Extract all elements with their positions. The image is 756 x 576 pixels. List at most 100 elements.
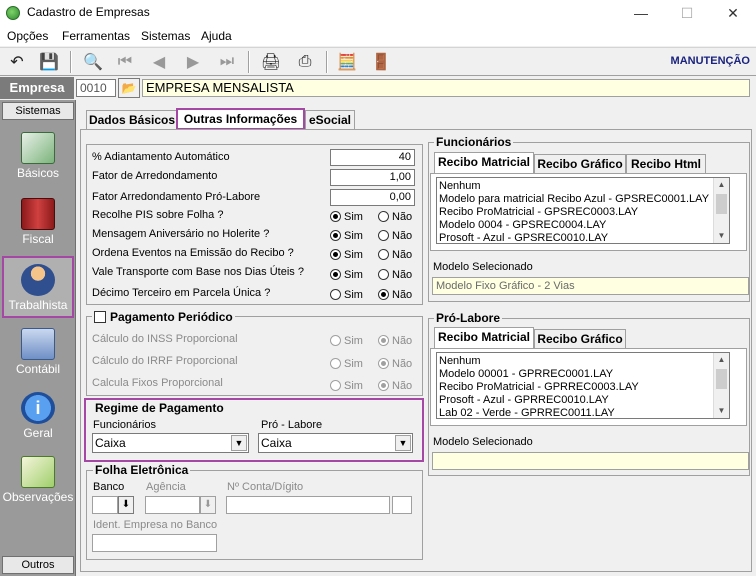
- scroll-up-icon[interactable]: ▲: [714, 178, 729, 192]
- conta-input[interactable]: [226, 496, 390, 514]
- nao-radio: Não: [378, 378, 412, 392]
- scroll-thumb[interactable]: [716, 194, 727, 214]
- first-record-icon[interactable]: ⏮: [112, 50, 138, 74]
- list-item[interactable]: Modelo para matricial Recibo Azul - GPSR…: [439, 193, 729, 206]
- folder-icon[interactable]: 📂: [118, 78, 140, 98]
- ident-input[interactable]: [92, 534, 217, 552]
- prolabore-regime-select[interactable]: Caixa ▼: [258, 433, 413, 453]
- sidebar-item-geral[interactable]: i Geral: [2, 386, 74, 448]
- scroll-down-icon[interactable]: ▼: [714, 404, 729, 418]
- regime-title: Regime de Pagamento: [93, 401, 226, 415]
- sidebar-item-label: Observações: [2, 490, 74, 504]
- conta-label: Nº Conta/Dígito: [227, 481, 304, 493]
- close-button[interactable]: ✕: [710, 0, 756, 26]
- fator-input[interactable]: 1,00: [330, 169, 415, 186]
- funcionarios-title: Funcionários: [434, 135, 514, 149]
- document-icon: [21, 132, 55, 164]
- funcionarios-regime-select[interactable]: Caixa ▼: [92, 433, 249, 453]
- menu-sistemas[interactable]: Sistemas: [141, 29, 190, 43]
- sidebar-item-observacoes[interactable]: Observações: [2, 450, 74, 512]
- pagamento-periodico-checkbox[interactable]: Pagamento Periódico: [92, 309, 235, 324]
- calculator-tool-icon[interactable]: 🧮: [334, 50, 360, 74]
- nao-radio[interactable]: Não: [378, 228, 412, 242]
- nao-radio[interactable]: Não: [378, 247, 412, 261]
- funcionarios-recibo-list[interactable]: Nenhum Modelo para matricial Recibo Azul…: [436, 177, 730, 244]
- nao-radio[interactable]: Não: [378, 267, 412, 281]
- scrollbar[interactable]: ▲ ▼: [713, 178, 729, 243]
- question-label: Ordena Eventos na Emissão do Recibo ?: [92, 247, 294, 259]
- sidebar-item-label: Básicos: [16, 166, 60, 180]
- print-settings-icon[interactable]: ⎙: [292, 50, 318, 74]
- sidebar-item-contabil[interactable]: Contábil: [2, 322, 74, 384]
- menu-opcoes[interactable]: Opções: [7, 29, 48, 43]
- list-item[interactable]: Recibo ProMatricial - GPSREC0003.LAY: [439, 206, 729, 219]
- digito-input[interactable]: [392, 496, 412, 514]
- agencia-input[interactable]: [145, 496, 200, 514]
- sim-radio[interactable]: Sim: [330, 267, 363, 281]
- print-icon[interactable]: 🖨: [258, 50, 284, 74]
- toolbar-separator: [248, 51, 250, 73]
- list-item[interactable]: Prosoft - Azul - GPSREC0010.LAY: [439, 232, 729, 243]
- fator-pro-input[interactable]: 0,00: [330, 189, 415, 206]
- exit-icon[interactable]: 🚪: [368, 50, 394, 74]
- list-item[interactable]: Prosoft - Azul - GPRREC0010.LAY: [439, 394, 729, 407]
- scroll-up-icon[interactable]: ▲: [714, 353, 729, 367]
- nao-radio[interactable]: Não: [378, 287, 412, 301]
- preview-icon[interactable]: 🔍: [80, 50, 106, 74]
- list-item[interactable]: Lab 02 - Verde - GPRREC0011.LAY: [439, 407, 729, 418]
- tab-recibo-matricial[interactable]: Recibo Matricial: [434, 152, 534, 173]
- app-icon: [6, 6, 20, 20]
- sidebar-item-fiscal[interactable]: Fiscal: [2, 192, 74, 254]
- tab-esocial[interactable]: eSocial: [305, 110, 355, 129]
- scroll-thumb[interactable]: [716, 369, 727, 389]
- list-item[interactable]: Nenhum: [439, 355, 729, 368]
- save-icon[interactable]: 💾: [36, 50, 62, 74]
- maximize-button[interactable]: ☐: [664, 0, 710, 26]
- prolabore-recibo-list[interactable]: Nenhum Modelo 00001 - GPRREC0001.LAY Rec…: [436, 352, 730, 419]
- prolabore-regime-label: Pró - Labore: [261, 419, 323, 431]
- title-bar: Cadastro de Empresas — ☐ ✕: [0, 0, 756, 26]
- prolabore-selected-value: [432, 452, 749, 470]
- agencia-lookup-icon[interactable]: ⬇: [200, 496, 216, 514]
- tab-recibo-grafico[interactable]: Recibo Gráfico: [534, 154, 626, 173]
- scrollbar[interactable]: ▲ ▼: [713, 353, 729, 418]
- scroll-down-icon[interactable]: ▼: [714, 229, 729, 243]
- menu-bar: Opções Ferramentas Sistemas Ajuda: [0, 26, 756, 46]
- undo-icon[interactable]: ↶: [4, 50, 30, 74]
- list-item[interactable]: Recibo ProMatricial - GPRREC0003.LAY: [439, 381, 729, 394]
- fator-label: Fator de Arredondamento: [92, 170, 218, 182]
- tab-prolabore-recibo-matricial[interactable]: Recibo Matricial: [434, 327, 534, 348]
- question-label: Recolhe PIS sobre Folha ?: [92, 209, 224, 221]
- banco-input[interactable]: [92, 496, 118, 514]
- banco-lookup-icon[interactable]: ⬇: [118, 496, 134, 514]
- empresa-code-field[interactable]: 0010: [76, 79, 116, 97]
- mode-label: MANUTENÇÃO: [670, 55, 750, 67]
- sidebar-item-label: Trabalhista: [8, 298, 68, 312]
- nao-radio: Não: [378, 356, 412, 370]
- sim-radio: Sim: [330, 356, 363, 370]
- previous-record-icon[interactable]: ◀: [146, 50, 172, 74]
- tab-recibo-html[interactable]: Recibo Html: [626, 154, 706, 173]
- sim-radio[interactable]: Sim: [330, 287, 363, 301]
- sim-radio[interactable]: Sim: [330, 228, 363, 242]
- menu-ferramentas[interactable]: Ferramentas: [62, 29, 130, 43]
- minimize-button[interactable]: —: [618, 0, 664, 26]
- last-record-icon[interactable]: ⏭: [214, 50, 240, 74]
- tab-prolabore-recibo-grafico[interactable]: Recibo Gráfico: [534, 329, 626, 348]
- sidebar-item-label: Fiscal: [22, 232, 54, 246]
- sim-radio[interactable]: Sim: [330, 247, 363, 261]
- adiantamento-input[interactable]: 40: [330, 149, 415, 166]
- next-record-icon[interactable]: ▶: [180, 50, 206, 74]
- list-item[interactable]: Nenhum: [439, 180, 729, 193]
- nao-radio[interactable]: Não: [378, 209, 412, 223]
- tab-outras-informacoes[interactable]: Outras Informações: [176, 108, 305, 130]
- sidebar-footer[interactable]: Outros: [2, 556, 74, 574]
- menu-ajuda[interactable]: Ajuda: [201, 29, 232, 43]
- sim-radio[interactable]: Sim: [330, 209, 363, 223]
- list-item[interactable]: Modelo 00001 - GPRREC0001.LAY: [439, 368, 729, 381]
- list-item[interactable]: Modelo 0004 - GPSREC0004.LAY: [439, 219, 729, 232]
- sidebar-header[interactable]: Sistemas: [2, 102, 74, 120]
- tab-dados-basicos[interactable]: Dados Básicos: [86, 110, 178, 129]
- sidebar-item-basicos[interactable]: Básicos: [2, 126, 74, 188]
- sidebar-item-trabalhista[interactable]: Trabalhista: [2, 256, 74, 318]
